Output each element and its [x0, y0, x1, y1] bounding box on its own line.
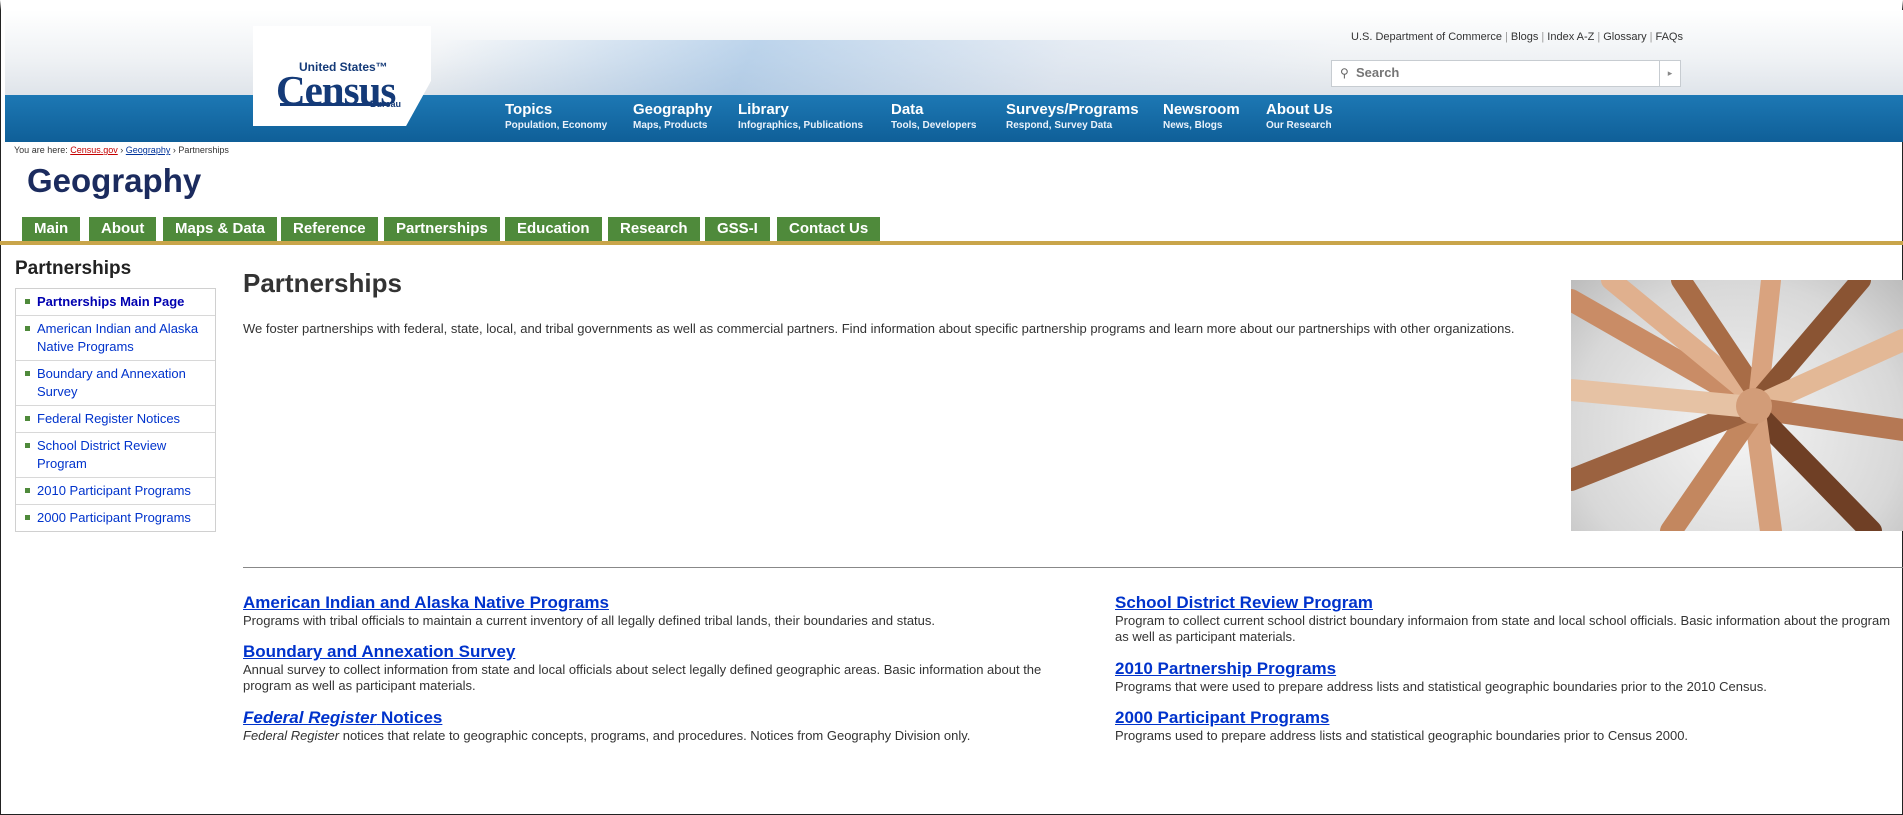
nav-title: Data: [891, 101, 924, 118]
program-2000-participant: 2000 Participant Programs Programs used …: [1115, 708, 1903, 744]
program-boundary-survey: Boundary and Annexation Survey Annual su…: [243, 642, 1093, 694]
nav-subtitle: Population, Economy: [505, 120, 608, 131]
nav-title: Newsroom: [1163, 101, 1240, 118]
sidebar-item-2010-programs[interactable]: 2010 Participant Programs: [16, 478, 215, 505]
program-description-rest: notices that relate to geographic concep…: [339, 728, 971, 743]
header-swoosh: [417, 40, 1343, 95]
breadcrumb-census-gov[interactable]: Census.gov: [70, 145, 118, 155]
sidebar-item-boundary-survey[interactable]: Boundary and Annexation Survey: [16, 361, 215, 406]
nav-topics[interactable]: Topics Population, Economy: [505, 101, 607, 132]
search-icon: ⚲: [1340, 66, 1349, 80]
subnav-maps-data[interactable]: Maps & Data: [163, 217, 278, 241]
program-description-italic: Federal Register: [243, 728, 340, 743]
nav-title: Geography: [633, 101, 713, 118]
nav-title: Library: [738, 101, 789, 118]
program-description: Programs that were used to prepare addre…: [1115, 679, 1767, 694]
program-link[interactable]: Boundary and Annexation Survey: [243, 642, 1093, 662]
main-intro-text: We foster partnerships with federal, sta…: [243, 321, 1515, 336]
program-link[interactable]: 2010 Partnership Programs: [1115, 659, 1903, 679]
breadcrumb-geography[interactable]: Geography: [126, 145, 171, 155]
nav-title: Topics: [505, 101, 553, 118]
sidebar-item-main-page[interactable]: Partnerships Main Page: [16, 289, 215, 316]
program-link[interactable]: 2000 Participant Programs: [1115, 708, 1903, 728]
search-box: ⚲ ▸: [1331, 60, 1681, 87]
program-federal-register: Federal Register Notices Federal Registe…: [243, 708, 1093, 744]
program-school-district: School District Review Program Program t…: [1115, 593, 1903, 645]
search-submit-icon[interactable]: ▸: [1659, 61, 1680, 86]
main-heading: Partnerships: [243, 268, 402, 298]
program-american-indian: American Indian and Alaska Native Progra…: [243, 593, 1093, 629]
nav-about-us[interactable]: About Us Our Research: [1266, 101, 1333, 132]
program-description: Federal Register notices that relate to …: [243, 728, 1093, 744]
utility-link-blogs[interactable]: Blogs: [1511, 31, 1539, 43]
program-description: Annual survey to collect information fro…: [243, 662, 1042, 693]
subnav-gss-i[interactable]: GSS-I: [705, 217, 770, 241]
program-link-rest: Notices: [376, 708, 443, 727]
content-divider: [243, 567, 1903, 568]
program-description: Programs with tribal officials to mainta…: [243, 613, 936, 628]
sidebar-item-american-indian[interactable]: American Indian and Alaska Native Progra…: [16, 316, 215, 361]
program-link[interactable]: School District Review Program: [1115, 593, 1903, 613]
subnav-education[interactable]: Education: [505, 217, 602, 241]
separator: |: [1597, 31, 1601, 43]
program-link-italic: Federal Register: [243, 708, 377, 727]
breadcrumb: You are here: Census.gov › Geography › P…: [14, 145, 229, 155]
search-input[interactable]: [1354, 64, 1658, 81]
nav-subtitle: News, Blogs: [1163, 120, 1223, 131]
utility-link-index[interactable]: Index A-Z: [1547, 31, 1594, 43]
nav-subtitle: Infographics, Publications: [738, 120, 864, 131]
nav-subtitle: Maps, Products: [633, 120, 708, 131]
hands-illustration: [1571, 280, 1903, 531]
nav-library[interactable]: Library Infographics, Publications: [738, 101, 863, 132]
separator: |: [1541, 31, 1545, 43]
subnav-divider: [0, 241, 1903, 245]
nav-subtitle: Tools, Developers: [891, 120, 977, 131]
utility-link-commerce[interactable]: U.S. Department of Commerce: [1351, 31, 1502, 43]
breadcrumb-prefix: You are here:: [14, 145, 68, 155]
subnav-contact-us[interactable]: Contact Us: [777, 217, 881, 241]
nav-subtitle: Our Research: [1266, 120, 1332, 131]
nav-newsroom[interactable]: Newsroom News, Blogs: [1163, 101, 1240, 132]
breadcrumb-sep: ›: [120, 145, 124, 155]
nav-data[interactable]: Data Tools, Developers: [891, 101, 976, 132]
program-link[interactable]: American Indian and Alaska Native Progra…: [243, 593, 1093, 613]
hero-photo-hands: [1571, 280, 1903, 531]
sidebar-item-school-district[interactable]: School District Review Program: [16, 433, 215, 478]
sidebar-menu: Partnerships Main Page American Indian a…: [15, 288, 216, 532]
utility-link-glossary[interactable]: Glossary: [1603, 31, 1646, 43]
program-description: Programs used to prepare address lists a…: [1115, 728, 1689, 743]
program-2010-partnership: 2010 Partnership Programs Programs that …: [1115, 659, 1903, 695]
sidebar-item-2000-programs[interactable]: 2000 Participant Programs: [16, 505, 215, 531]
nav-subtitle: Respond, Survey Data: [1006, 120, 1113, 131]
page-title: Geography: [27, 162, 202, 199]
subnav-main[interactable]: Main: [22, 217, 81, 241]
nav-title: About Us: [1266, 101, 1333, 118]
nav-surveys[interactable]: Surveys/Programs Respond, Survey Data: [1006, 101, 1139, 132]
utility-links: U.S. Department of Commerce | Blogs | Index …: [1351, 31, 1683, 43]
subnav-reference[interactable]: Reference: [281, 217, 378, 241]
utility-link-faqs[interactable]: FAQs: [1655, 31, 1683, 43]
nav-geography[interactable]: Geography Maps, Products: [633, 101, 712, 132]
separator: |: [1649, 31, 1653, 43]
breadcrumb-current: Partnerships: [178, 145, 229, 155]
program-description: Program to collect current school distri…: [1115, 613, 1891, 644]
logo-bureau: Bureau: [370, 99, 402, 109]
subnav-research[interactable]: Research: [608, 217, 700, 241]
subnav-partnerships[interactable]: Partnerships: [384, 217, 500, 241]
sidebar-title: Partnerships: [15, 258, 132, 279]
sidebar-item-federal-register[interactable]: Federal Register Notices: [16, 406, 215, 433]
breadcrumb-sep: ›: [172, 145, 176, 155]
separator: |: [1505, 31, 1508, 43]
nav-title: Surveys/Programs: [1006, 101, 1139, 118]
program-link[interactable]: Federal Register Notices: [243, 708, 1093, 728]
subnav-about[interactable]: About: [89, 217, 157, 241]
